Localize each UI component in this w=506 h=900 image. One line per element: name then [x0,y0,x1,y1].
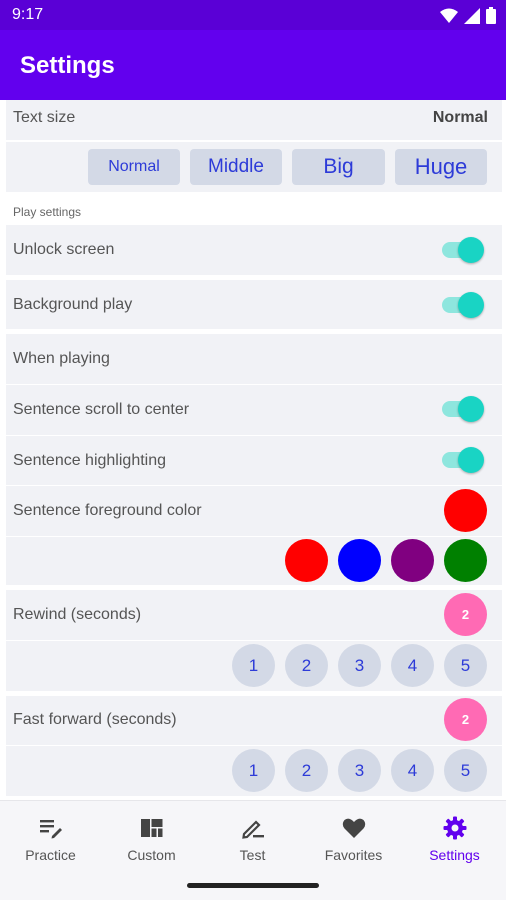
color-option-blue[interactable] [338,539,381,582]
background-play-label: Background play [13,296,133,313]
battery-icon [486,7,496,24]
test-pen-icon [242,820,264,839]
nav-favorites-label: Favorites [324,847,383,863]
highlighting-row[interactable]: Sentence highlighting [6,436,502,485]
fast-forward-option-1[interactable]: 1 [232,749,275,792]
when-playing-header: When playing [6,334,502,384]
background-play-row[interactable]: Background play [6,280,502,329]
page-title: Settings [20,52,115,79]
unlock-screen-toggle[interactable] [442,237,484,263]
foreground-color-row: Sentence foreground color [6,486,502,536]
background-play-toggle[interactable] [442,292,484,318]
rewind-option-4[interactable]: 4 [391,644,434,687]
text-size-label: Text size [13,109,76,126]
wifi-icon [440,8,458,23]
signal-icon [464,7,480,24]
gear-icon [443,816,467,840]
status-bar: 9:17 [0,0,506,30]
text-size-big-button[interactable]: Big [292,149,385,185]
nav-settings[interactable]: Settings [404,801,505,873]
home-gesture-pill[interactable] [187,883,319,888]
nav-custom-label: Custom [127,847,176,863]
fast-forward-selected-badge[interactable]: 2 [444,698,487,741]
foreground-color-selected-swatch[interactable] [444,489,487,532]
unlock-screen-label: Unlock screen [13,241,115,258]
nav-practice[interactable]: Practice [0,801,101,873]
color-option-green[interactable] [444,539,487,582]
text-size-huge-button[interactable]: Huge [395,149,487,185]
highlighting-toggle[interactable] [442,447,484,473]
fast-forward-row: Fast forward (seconds) [6,696,502,745]
unlock-screen-row[interactable]: Unlock screen [6,225,502,275]
color-option-purple[interactable] [391,539,434,582]
status-time: 9:17 [12,6,44,23]
nav-favorites[interactable]: Favorites [303,801,404,873]
heart-icon [342,818,366,838]
text-size-row: Text size Normal [6,100,502,140]
rewind-option-3[interactable]: 3 [338,644,381,687]
scroll-to-center-row[interactable]: Sentence scroll to center [6,385,502,435]
text-size-normal-button[interactable]: Normal [88,149,180,185]
scroll-to-center-label: Sentence scroll to center [13,401,190,418]
highlighting-label: Sentence highlighting [13,452,167,469]
rewind-selected-badge[interactable]: 2 [444,593,487,636]
rewind-option-5[interactable]: 5 [444,644,487,687]
rewind-label: Rewind (seconds) [13,606,142,623]
fast-forward-label: Fast forward (seconds) [13,711,177,728]
rewind-option-2[interactable]: 2 [285,644,328,687]
nav-custom[interactable]: Custom [101,801,202,873]
bottom-navigation: Practice Custom Test Favorites Settings [0,800,506,872]
fast-forward-option-2[interactable]: 2 [285,749,328,792]
scroll-to-center-toggle[interactable] [442,396,484,422]
nav-test-label: Test [239,847,266,863]
rewind-option-1[interactable]: 1 [232,644,275,687]
foreground-color-label: Sentence foreground color [13,502,202,519]
practice-icon [40,820,62,839]
rewind-row: Rewind (seconds) [6,590,502,640]
fast-forward-option-5[interactable]: 5 [444,749,487,792]
when-playing-label: When playing [13,350,110,367]
fast-forward-option-4[interactable]: 4 [391,749,434,792]
fast-forward-option-3[interactable]: 3 [338,749,381,792]
nav-test[interactable]: Test [202,801,303,873]
text-size-middle-button[interactable]: Middle [190,149,282,185]
settings-list[interactable]: Text size Normal Normal Middle Big Huge … [0,100,506,800]
gesture-bar [0,872,506,900]
text-size-value: Normal [432,109,488,126]
custom-grid-icon [141,819,163,837]
play-settings-section-label: Play settings [13,205,82,219]
nav-settings-label: Settings [429,847,480,863]
nav-practice-label: Practice [25,847,76,863]
color-option-red[interactable] [285,539,328,582]
app-bar: Settings [0,30,506,100]
